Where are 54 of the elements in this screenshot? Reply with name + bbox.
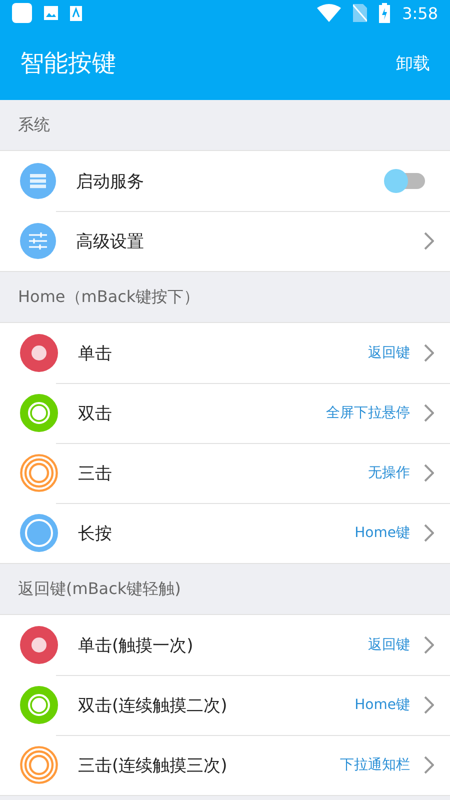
chevron-icon xyxy=(424,464,434,482)
dot-icon xyxy=(20,334,58,372)
row-label: 长按 xyxy=(78,522,113,544)
rings-icon xyxy=(20,454,58,492)
row-value: 返回键 xyxy=(368,636,410,654)
chevron-icon xyxy=(424,232,434,250)
row-value: 全屏下拉悬停 xyxy=(326,404,410,422)
row-label: 三击 xyxy=(78,462,113,484)
row-label: 启动服务 xyxy=(76,170,145,192)
settings-row[interactable]: 启动服务 xyxy=(0,151,450,211)
row-label: 三击(连续触摸三次) xyxy=(78,754,228,776)
settings-row[interactable]: 三击(连续触摸三次) 下拉通知栏 xyxy=(0,735,450,795)
list-icon xyxy=(20,163,56,199)
row-label: 单击(触摸一次) xyxy=(78,634,194,656)
row-value: Home键 xyxy=(354,524,410,542)
row-label: 高级设置 xyxy=(76,230,145,252)
toggle-switch[interactable] xyxy=(384,168,426,194)
chevron-icon xyxy=(424,344,434,362)
app-icon xyxy=(12,3,32,23)
image-icon xyxy=(44,6,58,20)
section-header: 系统 xyxy=(18,114,50,136)
status-time: 3:58 xyxy=(402,4,438,22)
chevron-icon xyxy=(424,404,434,422)
row-value: 下拉通知栏 xyxy=(340,756,410,774)
sliders-icon xyxy=(20,223,56,259)
row-value: Home键 xyxy=(354,696,410,714)
row-label: 双击 xyxy=(78,402,113,424)
rings-icon xyxy=(20,746,58,784)
wifi-icon xyxy=(317,4,342,22)
row-label: 双击(连续触摸二次) xyxy=(78,694,228,716)
chevron-icon xyxy=(424,696,434,714)
settings-row[interactable]: 单击 返回键 xyxy=(0,323,450,383)
battery-icon xyxy=(379,3,390,23)
settings-row[interactable]: 双击 全屏下拉悬停 xyxy=(0,383,450,443)
settings-row[interactable]: 长按 Home键 xyxy=(0,503,450,563)
section-header: 返回键(mBack键轻触) xyxy=(18,578,181,600)
settings-row[interactable]: 三击 无操作 xyxy=(0,443,450,503)
font-icon xyxy=(70,6,82,20)
row-value: 无操作 xyxy=(368,464,410,482)
chevron-icon xyxy=(424,756,434,774)
chevron-icon xyxy=(424,636,434,654)
dot-icon xyxy=(20,626,58,664)
settings-row[interactable]: 单击(触摸一次) 返回键 xyxy=(0,615,450,675)
settings-row[interactable]: 高级设置 xyxy=(0,211,450,271)
circle-icon xyxy=(20,514,58,552)
chevron-icon xyxy=(424,524,434,542)
row-label: 单击 xyxy=(78,342,113,364)
ring-icon xyxy=(20,686,58,724)
ring-icon xyxy=(20,394,58,432)
app-title: 智能按键 xyxy=(20,48,116,79)
section-header: Home（mBack键按下） xyxy=(18,286,200,308)
settings-row[interactable]: 双击(连续触摸二次) Home键 xyxy=(0,675,450,735)
row-value: 返回键 xyxy=(368,344,410,362)
no-sim-icon xyxy=(353,4,368,22)
